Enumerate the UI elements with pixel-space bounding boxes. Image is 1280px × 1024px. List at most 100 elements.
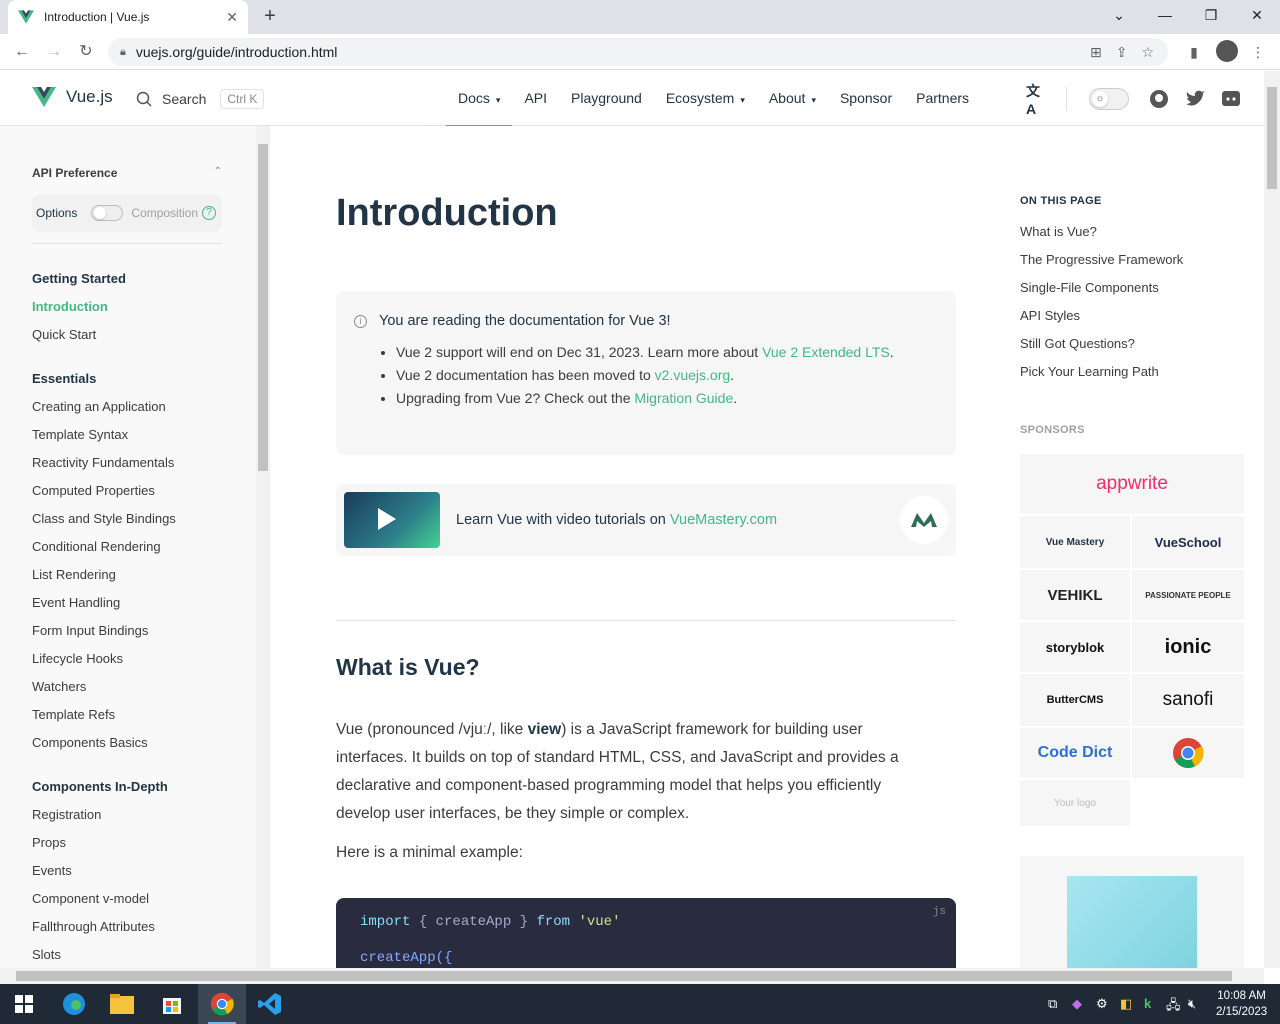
nav-api[interactable]: API [512, 71, 559, 126]
sponsor-vehikl[interactable]: VEHIKL [1020, 570, 1130, 620]
store-icon[interactable] [158, 990, 186, 1018]
new-tab-button[interactable]: + [258, 4, 282, 28]
sidebar-item[interactable]: Events [32, 857, 168, 885]
sponsor-code-dict[interactable]: Code Dict [1020, 728, 1130, 778]
nav-partners[interactable]: Partners [904, 71, 981, 126]
sidebar-item-quick-start[interactable]: Quick Start [32, 321, 126, 349]
sponsor-sanofi[interactable]: sanofi [1132, 674, 1244, 726]
ad-banner[interactable] [1020, 856, 1244, 968]
sidebar-item[interactable]: Form Input Bindings [32, 617, 176, 645]
tab-search-icon[interactable]: ⌄ [1096, 0, 1142, 34]
page-vertical-scrollbar[interactable] [1264, 71, 1280, 968]
sidebar-item[interactable]: Class and Style Bindings [32, 505, 176, 533]
sidebar-item[interactable]: Component v-model [32, 885, 168, 913]
scrollbar-thumb[interactable] [16, 971, 1232, 981]
forward-button[interactable]: → [42, 40, 66, 64]
edge-icon[interactable] [60, 990, 88, 1018]
vuemastery-link[interactable]: VueMastery.com [670, 512, 777, 528]
sponsor-vue-mastery[interactable]: Vue Mastery [1020, 516, 1130, 568]
toc-link[interactable]: API Styles [1020, 308, 1080, 323]
site-logo[interactable]: Vue.js [32, 87, 113, 107]
sponsor-your-logo[interactable]: Your logo [1020, 780, 1130, 826]
sponsor-storyblok[interactable]: storyblok [1020, 622, 1130, 672]
sidebar-item[interactable]: Reactivity Fundamentals [32, 449, 176, 477]
code-block[interactable]: js import { createApp } from 'vue' creat… [336, 898, 956, 968]
reload-button[interactable]: ↻ [74, 40, 98, 64]
discord-icon[interactable] [1219, 87, 1243, 111]
back-button[interactable]: ← [10, 40, 34, 64]
nav-sponsor[interactable]: Sponsor [828, 71, 904, 126]
help-icon[interactable]: ? [202, 206, 217, 220]
nav-docs[interactable]: Docs ▾ [446, 71, 513, 127]
nav-ecosystem[interactable]: Ecosystem ▾ [654, 71, 757, 126]
sidebar-item[interactable]: Conditional Rendering [32, 533, 176, 561]
tray-app-icon[interactable]: ⚙ [1096, 996, 1108, 1012]
scrollbar-thumb[interactable] [1267, 87, 1277, 189]
toc-link[interactable]: The Progressive Framework [1020, 252, 1183, 267]
network-icon[interactable]: 🖧︎ [1166, 996, 1181, 1018]
sponsor-appwrite[interactable]: appwrite [1020, 454, 1244, 514]
address-bar[interactable]: 🔒︎ vuejs.org/guide/introduction.html ⊞ ⇪… [108, 38, 1168, 66]
sidebar-scrollbar[interactable] [256, 126, 270, 968]
sidebar-item[interactable]: Computed Properties [32, 477, 176, 505]
toc-link[interactable]: Pick Your Learning Path [1020, 364, 1159, 379]
sidebar-item[interactable]: Registration [32, 801, 168, 829]
sidebar-item[interactable]: Props [32, 829, 168, 857]
nav-playground[interactable]: Playground [559, 71, 654, 126]
minimize-button[interactable]: — [1142, 0, 1188, 34]
windows-start-icon[interactable] [10, 990, 38, 1018]
sidebar-item[interactable]: Slots [32, 941, 168, 968]
task-view-icon[interactable]: ⧉ [1048, 996, 1057, 1012]
chrome-taskbar-icon[interactable] [208, 990, 236, 1018]
sidebar-item[interactable]: Fallthrough Attributes [32, 913, 168, 941]
vuemastery-banner[interactable]: Learn Vue with video tutorials on VueMas… [336, 484, 956, 556]
sidebar-item[interactable]: List Rendering [32, 561, 176, 589]
nav-about[interactable]: About ▾ [757, 71, 828, 126]
toc-link[interactable]: Still Got Questions? [1020, 336, 1135, 351]
vue2-lts-link[interactable]: Vue 2 Extended LTS [762, 344, 890, 360]
sidebar-item[interactable]: Template Refs [32, 701, 176, 729]
close-tab-icon[interactable]: ✕ [226, 9, 238, 26]
sidebar-item[interactable]: Event Handling [32, 589, 176, 617]
sidebar-item[interactable]: Watchers [32, 673, 176, 701]
page-horizontal-scrollbar[interactable] [0, 968, 1264, 984]
sponsor-vueschool[interactable]: VueSchool [1132, 516, 1244, 568]
profile-avatar[interactable] [1214, 40, 1240, 64]
tray-app-icon[interactable]: ◧ [1120, 996, 1132, 1012]
github-icon[interactable] [1147, 87, 1171, 111]
sidebar-item[interactable]: Lifecycle Hooks [32, 645, 176, 673]
sidebar-item[interactable]: Creating an Application [32, 393, 176, 421]
chevron-up-icon[interactable]: ⌃ [214, 166, 222, 180]
v2-docs-link[interactable]: v2.vuejs.org [655, 367, 730, 383]
browser-tab[interactable]: Introduction | Vue.js ✕ [8, 0, 248, 34]
side-panel-icon[interactable]: ▮ [1184, 40, 1204, 64]
bookmark-star-icon[interactable]: ☆ [1141, 44, 1154, 61]
api-style-switch[interactable] [91, 205, 124, 221]
sponsor-ionic[interactable]: ionic [1132, 622, 1244, 672]
tray-app-icon[interactable]: k [1144, 996, 1151, 1011]
twitter-icon[interactable] [1183, 87, 1207, 111]
vscode-icon[interactable] [256, 990, 284, 1018]
sponsor-passionate-people[interactable]: PASSIONATE PEOPLE [1132, 570, 1244, 620]
system-clock[interactable]: 10:08 AM 2/15/2023 [1216, 988, 1267, 1020]
restore-button[interactable]: ❐ [1188, 0, 1234, 34]
tray-app-icon[interactable]: ◆ [1072, 996, 1082, 1012]
scrollbar-thumb[interactable] [258, 144, 268, 471]
file-explorer-icon[interactable] [108, 990, 136, 1018]
browser-menu-icon[interactable]: ⋮ [1248, 40, 1268, 64]
dark-mode-toggle[interactable]: ☼ [1089, 87, 1129, 110]
share-icon[interactable]: ⇪ [1116, 44, 1128, 61]
sidebar-item-introduction[interactable]: Introduction [32, 293, 126, 321]
sponsor-chrome-logo[interactable] [1132, 728, 1244, 778]
translate-icon[interactable]: ⊞ [1090, 44, 1102, 61]
search-button[interactable]: Search Ctrl K [136, 89, 265, 109]
toc-link[interactable]: Single-File Components [1020, 280, 1159, 295]
language-icon[interactable]: 文A [1026, 83, 1050, 117]
sidebar-item[interactable]: Components Basics [32, 729, 176, 757]
migration-guide-link[interactable]: Migration Guide [634, 390, 733, 406]
toc-link[interactable]: What is Vue? [1020, 224, 1097, 239]
sponsor-buttercms[interactable]: ButterCMS [1020, 674, 1130, 726]
sidebar-item[interactable]: Template Syntax [32, 421, 176, 449]
volume-muted-icon[interactable]: 🔇︎ [1188, 996, 1196, 1012]
close-window-button[interactable]: ✕ [1234, 0, 1280, 34]
